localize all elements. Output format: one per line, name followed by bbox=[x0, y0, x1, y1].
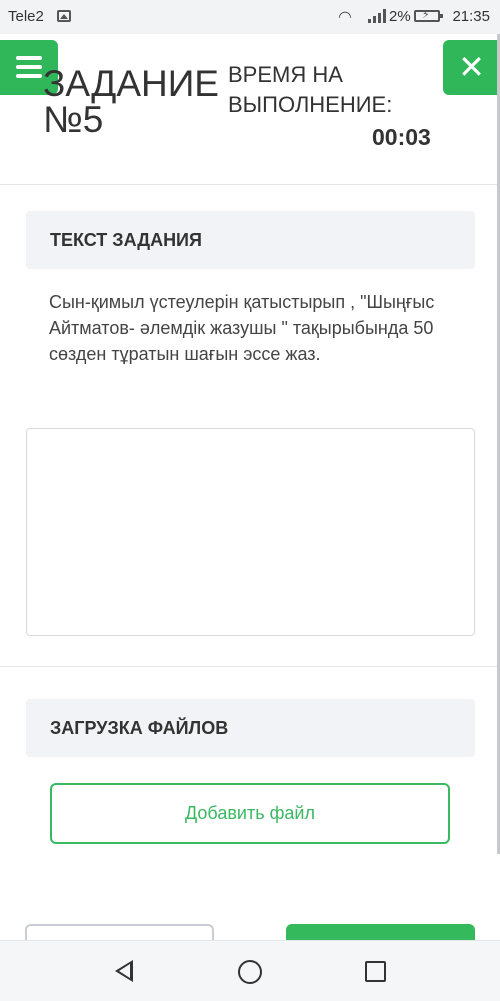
close-icon: ✕ bbox=[458, 49, 485, 85]
timer-label: ВРЕМЯ НА ВЫПОЛНЕНИЕ: bbox=[228, 62, 393, 117]
header-divider bbox=[0, 184, 500, 185]
task-text: Сын-қимыл үстеулерін қатыстырып , "Шыңғы… bbox=[49, 292, 435, 364]
home-icon[interactable] bbox=[238, 960, 262, 984]
wifi-icon: ◠ bbox=[338, 9, 352, 26]
system-nav-bar bbox=[0, 940, 500, 1001]
answer-textarea[interactable] bbox=[26, 428, 475, 636]
carrier-name: Tele2 bbox=[8, 8, 44, 25]
battery-percent: 2% bbox=[389, 8, 411, 25]
clock: 21:35 bbox=[452, 8, 490, 25]
task-title: ЗАДАНИЕ №5 bbox=[43, 63, 219, 140]
signal-icon bbox=[368, 9, 386, 23]
hamburger-icon bbox=[16, 56, 42, 60]
status-bar: Tele2 ◠ 2% ⚡ 21:35 bbox=[0, 0, 500, 34]
section-divider bbox=[0, 666, 500, 667]
timer-value: 00:03 bbox=[372, 124, 431, 150]
upload-section-heading: ЗАГРУЗКА ФАЙЛОВ bbox=[26, 699, 475, 757]
battery-charging-icon: ⚡ bbox=[414, 9, 443, 22]
close-button[interactable]: ✕ bbox=[443, 40, 500, 95]
back-icon[interactable] bbox=[115, 960, 133, 982]
image-icon bbox=[57, 10, 71, 22]
task-section-heading: ТЕКСТ ЗАДАНИЯ bbox=[26, 211, 475, 269]
recent-apps-icon[interactable] bbox=[365, 961, 386, 982]
add-file-button[interactable]: Добавить файл bbox=[50, 783, 450, 844]
